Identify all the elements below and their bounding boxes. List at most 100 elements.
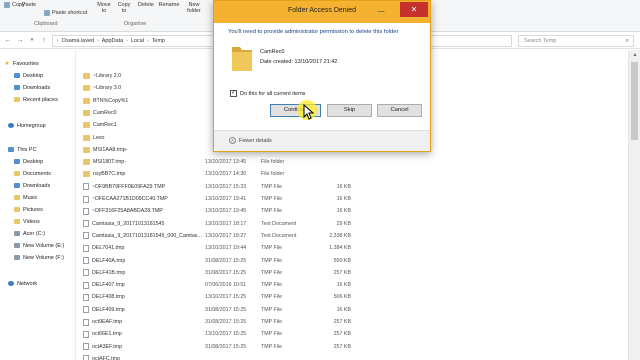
music-icon xyxy=(14,195,20,200)
file-row[interactable]: nsyBB7C.tmp 13/10/2017 14:30 File folder xyxy=(77,168,640,180)
sidebar-item-desktop[interactable]: Desktop xyxy=(14,70,43,81)
file-icon xyxy=(83,232,89,240)
file-list-scrollbar[interactable]: ▲ xyxy=(628,50,640,360)
file-name-cell: octA3EF.tmp xyxy=(83,341,207,353)
sidebar-item-pictures[interactable]: Pictures xyxy=(14,204,43,215)
paste-button[interactable]: Paste xyxy=(22,2,36,8)
forward-button[interactable]: → xyxy=(16,36,24,45)
up-button[interactable]: ↑ xyxy=(40,36,48,45)
file-icon xyxy=(83,281,89,289)
copy-to-button[interactable]: Copy to xyxy=(116,2,132,14)
file-name-cell: MSI180T.tmp- xyxy=(83,156,207,168)
file-row[interactable]: DELF40A.tmp 31/08/2017 15:25 TMP File 550 K… xyxy=(77,255,640,267)
breadcrumb-segment[interactable]: AppData xyxy=(102,38,123,44)
file-row[interactable]: MSI180T.tmp- 13/10/2017 13:45 File folder xyxy=(77,156,640,168)
fewer-details-toggle[interactable]: ˄ Fewer details xyxy=(229,137,272,144)
file-row[interactable]: ~DF9BB79FFF0E09FA29.TMP 13/10/2017 15:33 T… xyxy=(77,181,640,193)
new-folder-button[interactable]: New folder xyxy=(185,2,203,14)
sidebar-item-music[interactable]: Music xyxy=(14,192,37,203)
file-row[interactable]: Camtasia_9_20171013181545_000_Camtas... 1… xyxy=(77,230,640,242)
file-row[interactable]: DELF409.tmp 31/08/2017 15:25 TMP File 16 KB xyxy=(77,304,640,316)
file-row[interactable]: DELF41B.tmp 31/08/2017 15:25 TMP File 257 K… xyxy=(77,267,640,279)
sidebar-item-this-pc[interactable]: This PC xyxy=(8,144,37,155)
scroll-up-arrow-icon[interactable]: ▲ xyxy=(629,50,640,60)
checkbox-checked-icon[interactable]: ✓ xyxy=(230,90,237,97)
breadcrumb-segment[interactable]: Local xyxy=(131,38,144,44)
navigation-pane: ★ Favourites Desktop Downloads Recent pla… xyxy=(0,50,76,360)
back-button[interactable]: ← xyxy=(4,36,12,45)
sidebar-item-documents[interactable]: Documents xyxy=(14,168,51,179)
rename-button[interactable]: Rename xyxy=(158,2,180,8)
file-name: oct66E1.tmp xyxy=(92,331,122,338)
file-row[interactable]: ~DFF316F25A8ABDA28.TMP 13/10/2017 19:45 TM… xyxy=(77,205,640,217)
file-name: MSI1AA8.tmp- xyxy=(93,146,128,153)
sidebar-item-recent-places[interactable]: Recent places xyxy=(14,94,58,105)
file-row[interactable]: DELF408.tmp 13/10/2017 15:25 TMP File 506 K… xyxy=(77,291,640,303)
cancel-button[interactable]: Cancel xyxy=(377,104,422,117)
file-name: DELF41B.tmp xyxy=(92,269,126,276)
file-name-cell: octAFC.tmp xyxy=(83,353,207,360)
dialog-footer: ˄ Fewer details xyxy=(214,130,430,151)
sidebar-item-videos[interactable]: Videos xyxy=(14,216,40,227)
file-name: ~DFECAA271B1D09CC40.TMP xyxy=(92,196,168,202)
sidebar-item-volume-e[interactable]: New Volume (E:) xyxy=(14,240,64,251)
skip-button[interactable]: Skip xyxy=(327,104,372,117)
file-name: DELF40A.tmp xyxy=(92,257,126,264)
sidebar-item-acer-c[interactable]: Acer (C:) xyxy=(14,228,45,239)
file-name-cell: ~DFECAA271B1D09CC40.TMP xyxy=(83,193,207,205)
organise-group-label: Organise xyxy=(124,21,147,27)
apply-to-all-checkbox[interactable]: ✓ Do this for all current items xyxy=(230,90,305,97)
file-date: 13/10/2017 15:33 xyxy=(205,183,247,190)
file-name: MSI180T.tmp- xyxy=(93,159,126,166)
search-input[interactable]: Search Temp ⌕ xyxy=(518,35,634,47)
breadcrumb-chevron-icon: › xyxy=(57,38,59,44)
file-name: DELF409.tmp xyxy=(92,306,125,313)
sidebar-item-downloads-pc[interactable]: Downloads xyxy=(14,180,50,191)
file-size: 16 KB xyxy=(336,208,351,215)
recent-places-icon xyxy=(14,97,20,102)
dialog-titlebar[interactable]: Folder Access Denied — ✕ xyxy=(214,1,430,23)
file-size: 257 KB xyxy=(333,269,351,276)
delete-button[interactable]: Delete xyxy=(137,2,155,8)
clipboard-group-label: Clipboard xyxy=(34,21,58,27)
breadcrumb-segment[interactable]: Temp xyxy=(152,38,165,44)
file-size: 550 KB xyxy=(333,257,351,264)
sidebar-item-homegroup[interactable]: Homegroup xyxy=(8,120,46,131)
recent-locations-button[interactable]: ▾ xyxy=(28,36,36,45)
close-button[interactable]: ✕ xyxy=(400,2,428,17)
file-row[interactable]: octAFC.tmp xyxy=(77,353,640,360)
file-row[interactable]: ~DFECAA271B1D09CC40.TMP 13/10/2017 19:41 T… xyxy=(77,193,640,205)
file-icon xyxy=(83,355,89,360)
sidebar-item-favourites[interactable]: ★ Favourites xyxy=(4,58,38,69)
scrollbar-thumb[interactable] xyxy=(631,62,638,140)
videos-icon xyxy=(14,219,20,224)
move-to-button[interactable]: Move to xyxy=(96,2,112,14)
sidebar-item-desktop-pc[interactable]: Desktop xyxy=(14,156,43,167)
dialog-message: You'll need to provide administrator per… xyxy=(228,29,399,35)
sidebar-item-network[interactable]: Network xyxy=(8,278,37,289)
breadcrumb-segment[interactable]: Osama.laved xyxy=(62,38,94,44)
file-row[interactable]: octA3EF.tmp 31/08/2017 15:25 TMP File 257 K… xyxy=(77,341,640,353)
downloads-icon xyxy=(14,183,20,188)
pc-icon xyxy=(8,147,14,152)
documents-icon xyxy=(14,171,20,176)
file-row[interactable]: oct9EAF.tmp 31/08/2017 15:25 TMP File 257 K… xyxy=(77,316,640,328)
file-size: 2,338 KB xyxy=(329,232,351,239)
sidebar-item-volume-f[interactable]: New Volume (F:) xyxy=(14,252,64,263)
drive-icon xyxy=(14,243,20,248)
file-size: 257 KB xyxy=(333,319,351,325)
file-date: 13/10/2017 18:17 xyxy=(205,220,247,227)
file-name: ~Library 2.0 xyxy=(93,73,122,79)
file-row[interactable]: DELF407.tmp 07/06/2016 10:51 TMP File 16 KB xyxy=(77,279,640,291)
file-row[interactable]: Camtasia_9_20171013181545 13/10/2017 18:1… xyxy=(77,218,640,230)
file-name-cell: DELF408.tmp xyxy=(83,291,207,303)
minimize-button[interactable]: — xyxy=(376,7,386,17)
file-icon xyxy=(83,244,89,252)
dialog-title: Folder Access Denied xyxy=(287,7,357,14)
file-row[interactable]: oct66E1.tmp 13/10/2017 15:25 TMP File 257 K… xyxy=(77,328,640,340)
star-icon: ★ xyxy=(4,60,10,67)
file-row[interactable]: DEL7041.tmp 13/10/2017 19:44 TMP File 1,384… xyxy=(77,242,640,254)
paste-shortcut-button[interactable]: Paste shortcut xyxy=(44,10,87,16)
sidebar-item-downloads[interactable]: Downloads xyxy=(14,82,50,93)
file-name-cell: oct9EAF.tmp xyxy=(83,316,207,328)
